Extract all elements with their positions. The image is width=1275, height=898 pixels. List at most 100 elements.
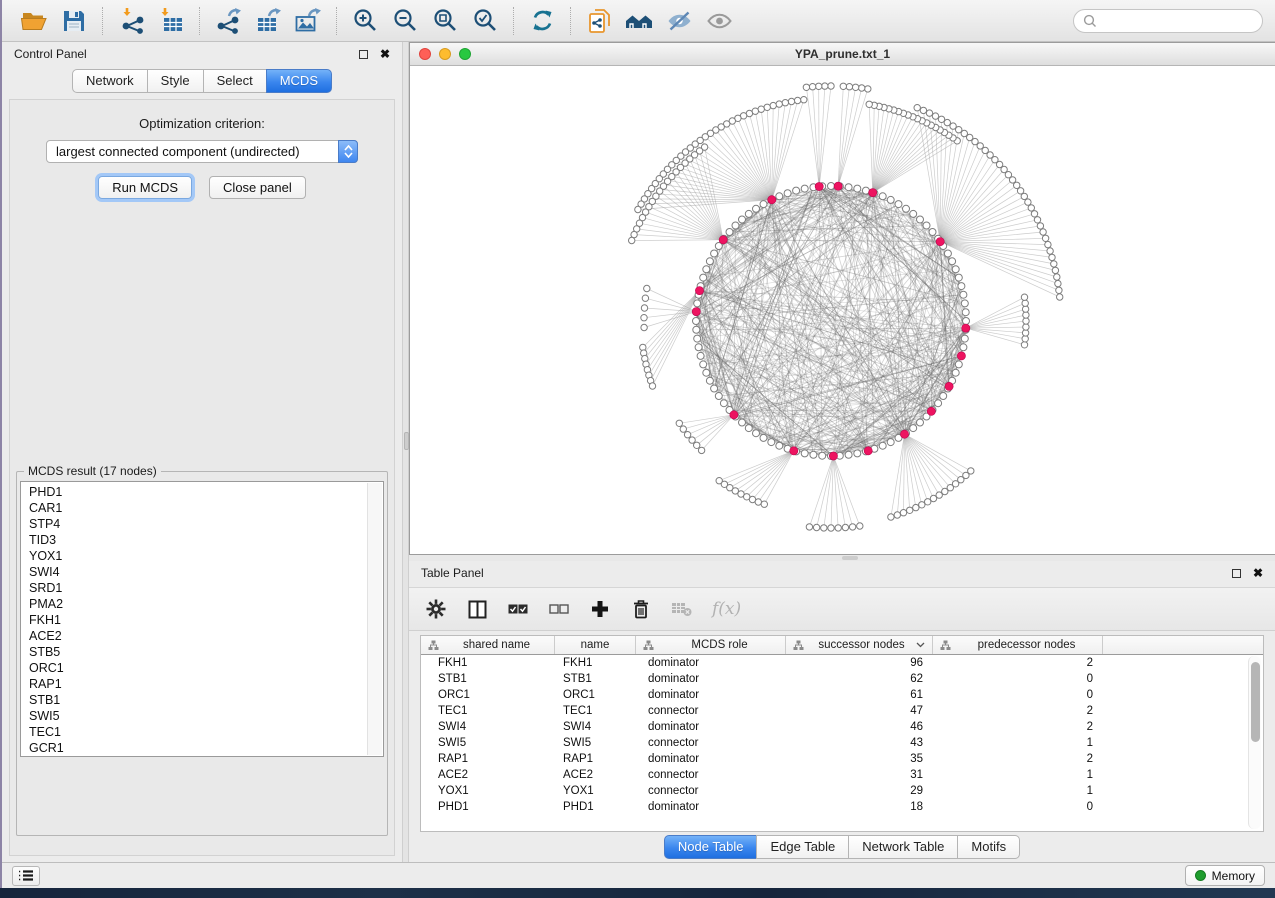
network-node[interactable] (854, 185, 861, 192)
tab-motifs[interactable]: Motifs (957, 835, 1020, 859)
network-node[interactable] (753, 205, 760, 212)
network-node[interactable] (715, 393, 722, 400)
network-node[interactable] (1021, 294, 1027, 300)
refresh-button[interactable] (522, 4, 562, 38)
mcds-result-item[interactable]: SRD1 (29, 580, 367, 596)
network-node[interactable] (1037, 223, 1043, 229)
network-node[interactable] (676, 420, 682, 426)
network-node[interactable] (693, 326, 700, 333)
mcds-list-scrollbar[interactable] (367, 483, 382, 755)
create-column-button[interactable] (589, 597, 611, 621)
network-node[interactable] (698, 447, 704, 453)
network-node[interactable] (755, 499, 761, 505)
float-panel-icon[interactable] (359, 50, 368, 59)
mcds-result-item[interactable]: TEC1 (29, 724, 367, 740)
network-node[interactable] (1051, 261, 1057, 267)
network-node[interactable] (961, 300, 968, 307)
mcds-hub-node[interactable] (695, 287, 703, 295)
network-node[interactable] (910, 425, 917, 432)
network-node[interactable] (866, 101, 872, 107)
network-node[interactable] (753, 430, 760, 437)
network-node[interactable] (684, 432, 690, 438)
first-neighbors-button[interactable] (619, 4, 659, 38)
network-node[interactable] (952, 266, 959, 273)
network-node[interactable] (776, 442, 783, 449)
column-header-successor-nodes[interactable]: successor nodes (786, 636, 933, 654)
network-node[interactable] (810, 451, 817, 458)
mcds-hub-node[interactable] (730, 411, 738, 419)
network-node[interactable] (776, 101, 782, 107)
network-node[interactable] (635, 206, 641, 212)
table-row[interactable]: ORC1ORC1dominator610 (421, 687, 1263, 703)
close-panel-button[interactable]: Close panel (209, 176, 306, 199)
network-node[interactable] (940, 393, 947, 400)
network-node[interactable] (788, 98, 794, 104)
export-network-button[interactable] (208, 4, 248, 38)
network-node[interactable] (865, 86, 871, 92)
network-node[interactable] (745, 425, 752, 432)
network-node[interactable] (732, 222, 739, 229)
network-node[interactable] (828, 83, 834, 89)
show-all-button[interactable] (699, 4, 739, 38)
network-node[interactable] (1022, 300, 1028, 306)
network-node[interactable] (806, 524, 812, 530)
table-settings-button[interactable] (425, 597, 447, 621)
close-panel-icon[interactable]: ✖ (380, 48, 390, 60)
mcds-hub-node[interactable] (834, 182, 842, 190)
table-row[interactable]: ACE2ACE2connector311 (421, 767, 1263, 783)
network-node[interactable] (739, 216, 746, 223)
network-node[interactable] (700, 274, 707, 281)
network-node[interactable] (649, 383, 655, 389)
network-node[interactable] (846, 84, 852, 90)
network-node[interactable] (694, 442, 700, 448)
network-node[interactable] (845, 184, 852, 191)
network-node[interactable] (840, 83, 846, 89)
network-node[interactable] (894, 512, 900, 518)
network-node[interactable] (801, 97, 807, 103)
network-node[interactable] (700, 361, 707, 368)
mcds-hub-node[interactable] (945, 382, 953, 390)
network-node[interactable] (1021, 342, 1027, 348)
mcds-hub-node[interactable] (864, 447, 872, 455)
table-row[interactable]: STB1STB1dominator620 (421, 671, 1263, 687)
network-node[interactable] (1031, 211, 1037, 217)
network-node[interactable] (1025, 199, 1031, 205)
network-node[interactable] (968, 468, 974, 474)
mcds-result-item[interactable]: STP4 (29, 516, 367, 532)
mcds-hub-node[interactable] (692, 308, 700, 316)
network-node[interactable] (949, 258, 956, 265)
network-node[interactable] (794, 97, 800, 103)
network-node[interactable] (907, 507, 913, 513)
network-node[interactable] (726, 229, 733, 236)
network-node[interactable] (822, 83, 828, 89)
network-node[interactable] (680, 426, 686, 432)
task-history-button[interactable] (12, 866, 40, 886)
network-node[interactable] (887, 439, 894, 446)
network-node[interactable] (917, 419, 924, 426)
splitter-grip[interactable] (842, 556, 858, 560)
column-header-predecessor-nodes[interactable]: predecessor nodes (933, 636, 1103, 654)
mcds-hub-node[interactable] (768, 196, 776, 204)
column-header-name[interactable]: name (555, 636, 636, 654)
network-node[interactable] (703, 369, 710, 376)
network-node[interactable] (914, 105, 920, 111)
close-panel-icon[interactable]: ✖ (1253, 567, 1263, 579)
run-mcds-button[interactable]: Run MCDS (98, 176, 192, 199)
splitter-grip[interactable] (404, 432, 409, 450)
table-row[interactable]: TEC1TEC1connector472 (421, 703, 1263, 719)
mcds-hub-node[interactable] (962, 324, 970, 332)
network-node[interactable] (689, 437, 695, 443)
table-scrollbar[interactable] (1248, 656, 1261, 829)
table-row[interactable]: RAP1RAP1dominator352 (421, 751, 1263, 767)
network-node[interactable] (711, 250, 718, 257)
network-node[interactable] (768, 439, 775, 446)
network-node[interactable] (852, 84, 858, 90)
network-node[interactable] (910, 210, 917, 217)
network-node[interactable] (693, 318, 700, 325)
network-node[interactable] (828, 183, 835, 190)
network-node[interactable] (952, 369, 959, 376)
network-node[interactable] (782, 100, 788, 106)
tab-network-table[interactable]: Network Table (848, 835, 958, 859)
tab-node-table[interactable]: Node Table (664, 835, 758, 859)
network-node[interactable] (642, 295, 648, 301)
